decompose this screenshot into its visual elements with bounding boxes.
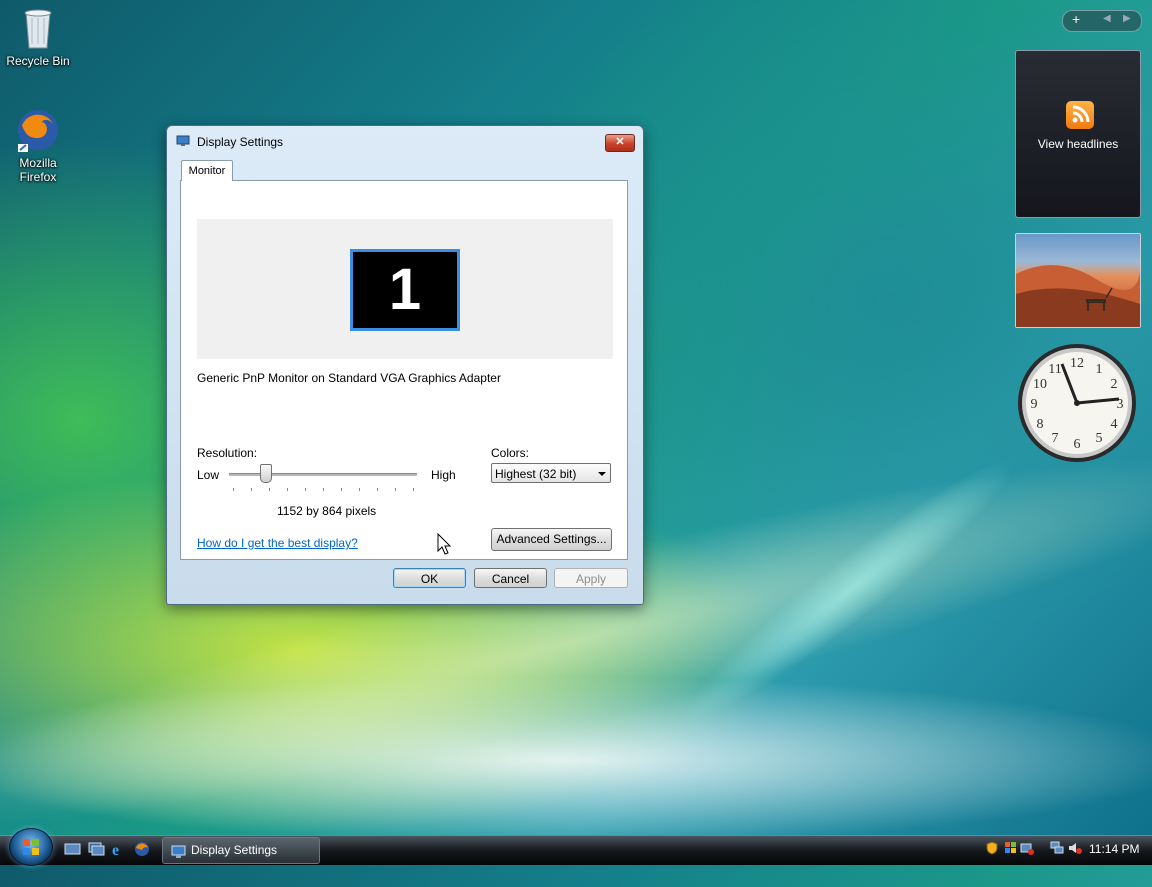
display-settings-dialog: Display Settings ✕ Monitor 1 Generic PnP… bbox=[166, 125, 644, 605]
slider-tick bbox=[377, 488, 378, 491]
volume-muted-icon[interactable] bbox=[1068, 841, 1082, 855]
display-settings-icon bbox=[176, 135, 190, 147]
windows-flag-tray-icon[interactable] bbox=[1004, 841, 1018, 855]
monitor-panel: 1 Generic PnP Monitor on Standard VGA Gr… bbox=[180, 180, 628, 560]
svg-text:8: 8 bbox=[1037, 417, 1044, 432]
slider-tick bbox=[341, 488, 342, 491]
desktop-icon-label: Mozilla Firefox bbox=[19, 156, 57, 184]
desktop-icon-label: Recycle Bin bbox=[6, 54, 70, 68]
high-label: High bbox=[431, 468, 456, 482]
slider-tick bbox=[305, 488, 306, 491]
svg-text:6: 6 bbox=[1074, 437, 1081, 452]
slider-tick bbox=[269, 488, 270, 491]
resolution-label: Resolution: bbox=[197, 446, 258, 460]
view-headlines-text[interactable]: View headlines bbox=[1016, 137, 1140, 151]
add-gadget-icon[interactable]: + bbox=[1072, 11, 1080, 27]
taskbar-button-label: Display Settings bbox=[191, 843, 278, 857]
start-button[interactable] bbox=[9, 828, 53, 866]
monitor-1-icon[interactable]: 1 bbox=[350, 249, 460, 331]
desktop-icon-recycle-bin[interactable]: Recycle Bin bbox=[0, 4, 76, 68]
title-bar[interactable]: Display Settings ✕ bbox=[167, 126, 643, 156]
internet-explorer-icon[interactable]: e bbox=[110, 841, 128, 859]
rss-icon bbox=[1066, 101, 1094, 129]
colors-dropdown[interactable]: Highest (32 bit) bbox=[491, 463, 611, 483]
security-shield-icon[interactable] bbox=[985, 841, 999, 855]
show-desktop-icon[interactable] bbox=[64, 841, 82, 857]
low-label: Low bbox=[197, 468, 220, 482]
windows-logo-icon bbox=[23, 839, 39, 855]
slideshow-image bbox=[1016, 265, 1140, 327]
clock-time[interactable]: 11:14 PM bbox=[1089, 842, 1139, 856]
slideshow-gadget[interactable] bbox=[1015, 233, 1141, 328]
svg-text:7: 7 bbox=[1052, 431, 1059, 446]
cancel-button[interactable]: Cancel bbox=[474, 568, 547, 588]
slider-tick bbox=[359, 488, 360, 491]
resolution-slider-thumb[interactable] bbox=[259, 464, 272, 483]
svg-text:4: 4 bbox=[1111, 417, 1118, 432]
dialog-title: Display Settings bbox=[197, 135, 284, 149]
clock-icon: 12 12 345 678 91011 bbox=[1018, 344, 1136, 462]
monitor-arrangement-area: 1 bbox=[197, 219, 613, 359]
svg-text:11: 11 bbox=[1048, 362, 1061, 377]
svg-text:5: 5 bbox=[1096, 431, 1103, 446]
firefox-icon bbox=[14, 106, 62, 154]
feed-headlines-gadget[interactable]: View headlines bbox=[1015, 50, 1141, 218]
network-alert-icon[interactable] bbox=[1020, 841, 1034, 855]
switch-windows-icon[interactable] bbox=[87, 841, 105, 857]
slider-tick bbox=[323, 488, 324, 491]
colors-selected-value: Highest (32 bit) bbox=[495, 467, 577, 481]
tab-monitor[interactable]: Monitor bbox=[181, 160, 233, 181]
svg-text:2: 2 bbox=[1111, 377, 1118, 392]
previous-icon[interactable]: ◀ bbox=[1103, 13, 1111, 24]
mouse-cursor-icon bbox=[437, 533, 451, 555]
resolution-slider-track[interactable] bbox=[229, 473, 417, 476]
desktop-icon-firefox[interactable]: Mozilla Firefox bbox=[0, 106, 76, 184]
help-link[interactable]: How do I get the best display? bbox=[197, 536, 358, 550]
firefox-quicklaunch-icon[interactable] bbox=[133, 841, 151, 857]
monitor-name: Generic PnP Monitor on Standard VGA Grap… bbox=[197, 371, 501, 385]
slider-tick bbox=[251, 488, 252, 491]
chevron-down-icon bbox=[598, 472, 606, 476]
apply-button[interactable]: Apply bbox=[554, 568, 628, 588]
wallpaper-streak bbox=[666, 437, 1034, 743]
taskbar-button-display-settings[interactable]: Display Settings bbox=[162, 837, 320, 864]
svg-text:9: 9 bbox=[1031, 397, 1038, 412]
svg-text:1: 1 bbox=[1096, 362, 1103, 377]
svg-text:e: e bbox=[112, 842, 119, 857]
close-button[interactable]: ✕ bbox=[605, 134, 635, 152]
display-settings-icon bbox=[171, 843, 187, 868]
next-icon[interactable]: ▶ bbox=[1123, 13, 1131, 24]
slider-tick bbox=[287, 488, 288, 491]
network-icon[interactable] bbox=[1050, 841, 1064, 855]
resolution-value: 1152 by 864 pixels bbox=[277, 504, 377, 518]
svg-text:12: 12 bbox=[1070, 356, 1084, 371]
sidebar-controls: + ◀ ▶ bbox=[1062, 10, 1142, 32]
colors-label: Colors: bbox=[491, 446, 530, 460]
svg-text:10: 10 bbox=[1033, 377, 1047, 392]
slider-tick bbox=[233, 488, 234, 491]
advanced-settings-button[interactable]: Advanced Settings... bbox=[491, 528, 612, 551]
slider-tick bbox=[395, 488, 396, 491]
slider-tick bbox=[413, 488, 414, 491]
ok-button[interactable]: OK bbox=[393, 568, 466, 588]
clock-gadget[interactable]: 12 1 2 345 678 9 10 11 bbox=[1016, 342, 1138, 464]
recycle-bin-icon bbox=[14, 4, 62, 52]
